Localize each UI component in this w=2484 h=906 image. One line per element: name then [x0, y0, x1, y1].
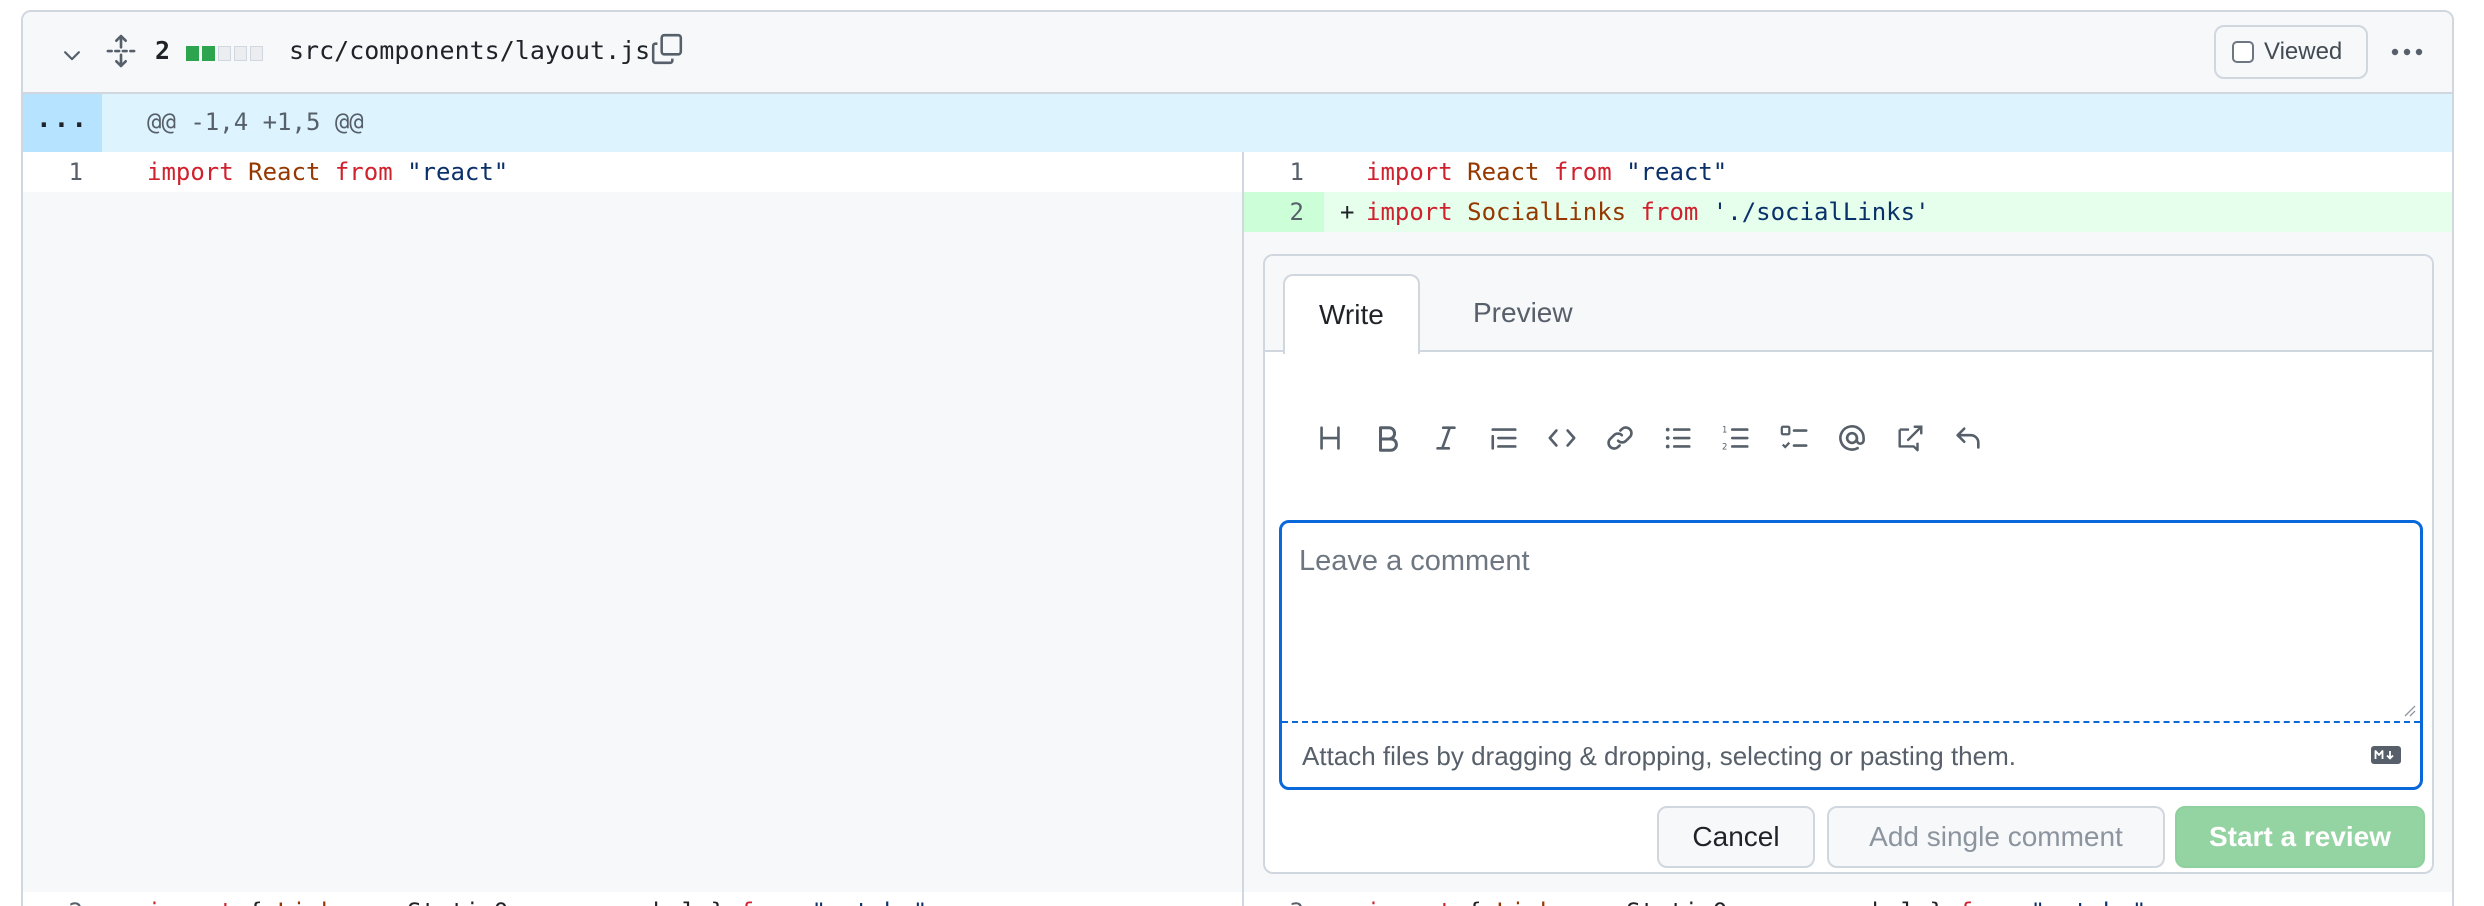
- code-line[interactable]: 1 import React from "react": [1244, 152, 2452, 192]
- code-line[interactable]: 1 import React from "react": [23, 152, 1242, 192]
- file-header: 2 src/components/layout.js Viewed: [23, 12, 2452, 94]
- comment-textarea[interactable]: Leave a comment Attach files by dragging…: [1279, 520, 2423, 790]
- diff-file: 2 src/components/layout.js Viewed ... @@…: [21, 10, 2454, 906]
- diffstat-square: [186, 46, 199, 61]
- code-content: import SocialLinks from './socialLinks': [1366, 198, 1930, 226]
- diffstat-square: [250, 46, 263, 61]
- code-line[interactable]: 2 + import SocialLinks from './socialLinks…: [1244, 192, 2452, 232]
- code-content: import { Link, useStaticQuery, graphql }…: [1366, 892, 2146, 906]
- attach-divider: [1282, 721, 2420, 723]
- diffstat-square: [218, 46, 231, 61]
- hunk-range: @@ -1,4 +1,5 @@: [147, 108, 364, 136]
- cancel-button[interactable]: Cancel: [1657, 806, 1815, 868]
- line-number[interactable]: 2: [1244, 192, 1324, 232]
- expand-all-icon[interactable]: [106, 34, 136, 73]
- inline-comment-form: Write Preview 12 Leave a comment Attach …: [1263, 254, 2434, 874]
- add-single-comment-button[interactable]: Add single comment: [1827, 806, 2165, 868]
- viewed-checkbox[interactable]: [2232, 41, 2254, 63]
- numbered-list-icon[interactable]: 12: [1707, 416, 1765, 460]
- resize-handle-icon[interactable]: [2402, 703, 2416, 722]
- viewed-toggle[interactable]: Viewed: [2214, 25, 2368, 79]
- line-number[interactable]: 2: [23, 892, 103, 906]
- line-number[interactable]: 1: [1244, 152, 1324, 192]
- code-content: import React from "react": [1366, 158, 1728, 186]
- change-count: 2: [155, 36, 171, 65]
- viewed-label: Viewed: [2264, 38, 2343, 65]
- comment-tabs: Write Preview: [1265, 256, 2432, 354]
- kebab-menu-icon[interactable]: [2389, 40, 2425, 69]
- code-content: import { Link, useStaticQuery, graphql }…: [147, 892, 927, 906]
- left-empty-area: [23, 192, 1242, 892]
- expand-hunk-button[interactable]: ...: [23, 94, 102, 152]
- chevron-down-icon[interactable]: [61, 44, 83, 71]
- hunk-header: ... @@ -1,4 +1,5 @@: [23, 94, 2452, 152]
- italic-icon[interactable]: [1417, 416, 1475, 460]
- attach-files-hint[interactable]: Attach files by dragging & dropping, sel…: [1302, 741, 2016, 772]
- line-number[interactable]: 3: [1244, 892, 1324, 906]
- reply-icon[interactable]: [1939, 416, 1997, 460]
- start-review-button[interactable]: Start a review: [2175, 806, 2425, 868]
- tab-write[interactable]: Write: [1283, 274, 1420, 354]
- cross-reference-icon[interactable]: [1881, 416, 1939, 460]
- link-icon[interactable]: [1591, 416, 1649, 460]
- bulleted-list-icon[interactable]: [1649, 416, 1707, 460]
- markdown-icon[interactable]: [2370, 745, 2402, 770]
- copy-icon[interactable]: [650, 32, 684, 71]
- code-line[interactable]: 2 import { Link, useStaticQuery, graphql …: [23, 892, 1242, 906]
- diff-marker: +: [1340, 198, 1355, 226]
- code-content: import React from "react": [147, 158, 509, 186]
- task-list-icon[interactable]: [1765, 416, 1823, 460]
- quote-icon[interactable]: [1475, 416, 1533, 460]
- code-line[interactable]: 3 import { Link, useStaticQuery, graphql …: [1244, 892, 2452, 906]
- diffstat-bars: [186, 46, 263, 61]
- bold-icon[interactable]: [1359, 416, 1417, 460]
- markdown-toolbar: 12: [1301, 416, 1997, 460]
- mention-icon[interactable]: [1823, 416, 1881, 460]
- split-divider: [1242, 152, 1244, 906]
- diffstat-square: [202, 46, 215, 61]
- comment-placeholder: Leave a comment: [1299, 545, 1530, 577]
- svg-text:2: 2: [1722, 441, 1727, 451]
- file-path[interactable]: src/components/layout.js: [289, 36, 650, 65]
- code-icon[interactable]: [1533, 416, 1591, 460]
- line-number[interactable]: 1: [23, 152, 103, 192]
- diffstat-square: [234, 46, 247, 61]
- tab-preview[interactable]: Preview: [1439, 274, 1607, 354]
- heading-icon[interactable]: [1301, 416, 1359, 460]
- svg-text:1: 1: [1722, 424, 1727, 434]
